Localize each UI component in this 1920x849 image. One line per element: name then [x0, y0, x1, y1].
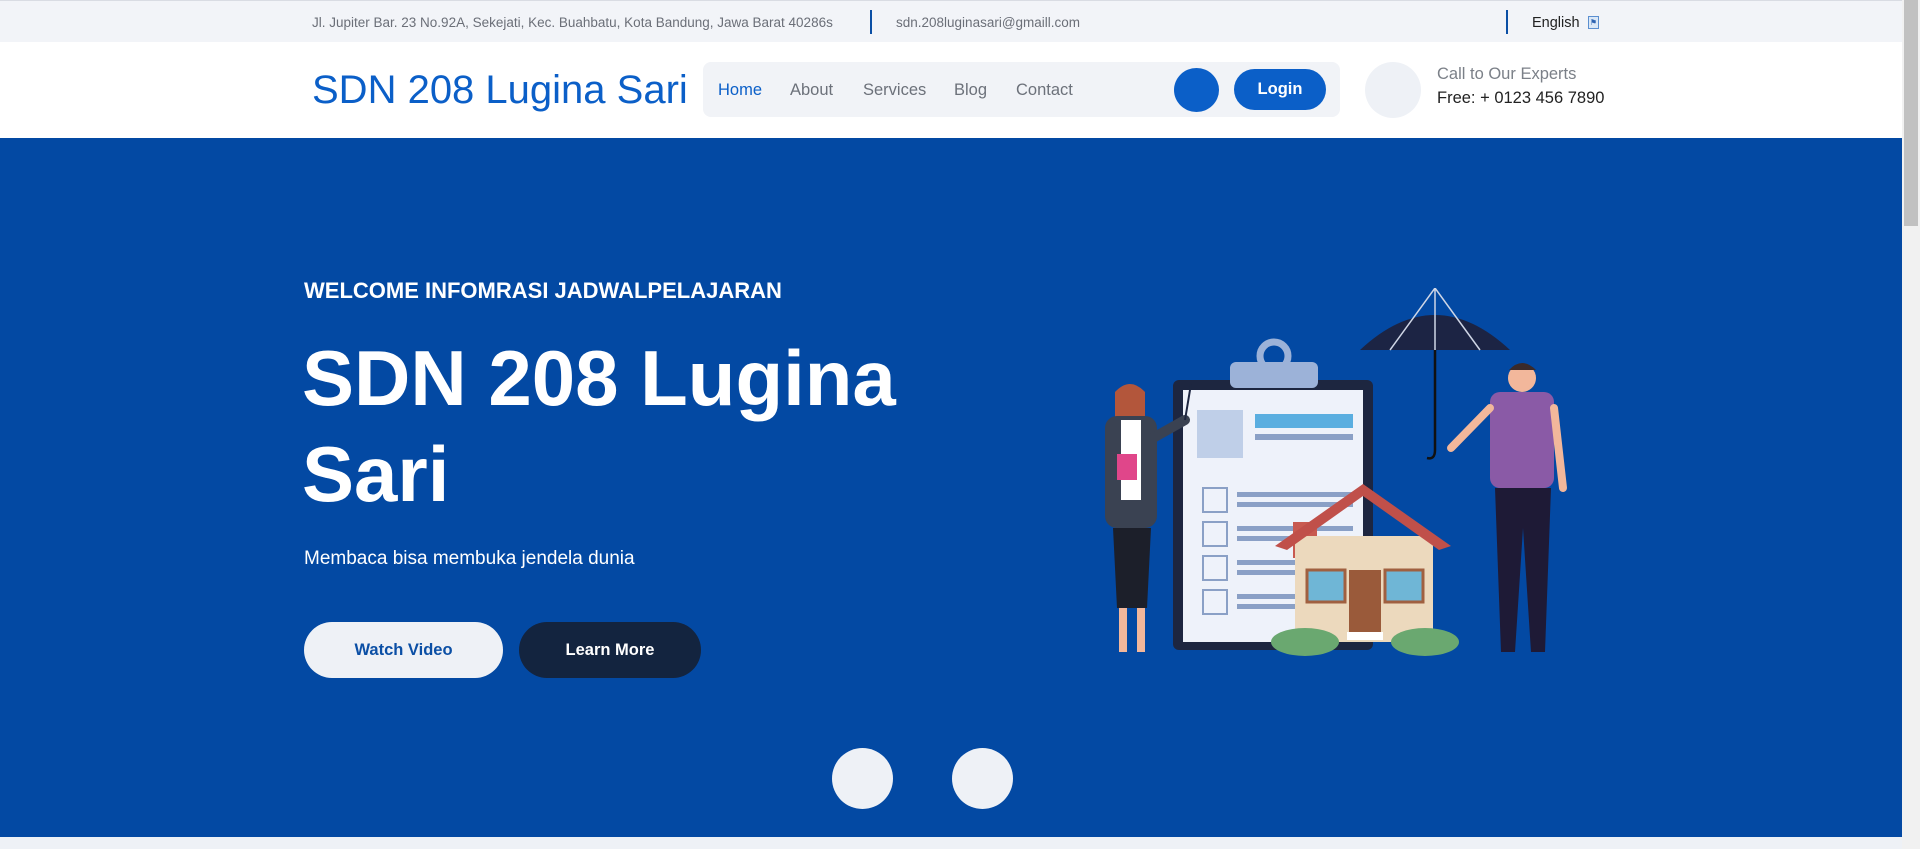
email-link[interactable]: sdn.208luginasari@gmaill.com: [896, 15, 1080, 30]
call-label: Call to Our Experts: [1437, 65, 1577, 83]
man-figure: [1447, 363, 1567, 652]
language-flag-icon[interactable]: ⚑: [1588, 16, 1599, 29]
nav-about[interactable]: About: [790, 81, 833, 100]
call-number[interactable]: Free: + 0123 456 7890: [1437, 89, 1604, 108]
top-info-bar: Jl. Jupiter Bar. 23 No.92A, Sekejati, Ke…: [0, 0, 1902, 42]
hero-subtitle: Membaca bisa membuka jendela dunia: [304, 548, 635, 569]
search-button[interactable]: [1174, 68, 1219, 112]
hero-section: WELCOME INFOMRASI JADWALPELAJARAN SDN 20…: [0, 138, 1902, 837]
hero-eyebrow: WELCOME INFOMRASI JADWALPELAJARAN: [304, 278, 782, 303]
address-text: Jl. Jupiter Bar. 23 No.92A, Sekejati, Ke…: [312, 15, 833, 30]
umbrella-icon: [1360, 288, 1510, 460]
nav-blog[interactable]: Blog: [954, 81, 987, 100]
divider: [870, 10, 872, 34]
main-nav: Home About Services Blog Contact Login: [703, 62, 1340, 117]
site-header: SDN 208 Lugina Sari Home About Services …: [0, 42, 1902, 138]
nav-contact[interactable]: Contact: [1016, 81, 1073, 100]
divider: [1506, 10, 1508, 34]
nav-services[interactable]: Services: [863, 81, 926, 100]
carousel-next-button[interactable]: [952, 748, 1013, 809]
page-scrollbar[interactable]: [1902, 0, 1920, 849]
site-logo[interactable]: SDN 208 Lugina Sari: [312, 68, 688, 113]
nav-home[interactable]: Home: [718, 81, 762, 100]
scrollbar-thumb[interactable]: [1904, 0, 1918, 226]
insurance-illustration: [1105, 288, 1567, 656]
carousel-prev-button[interactable]: [832, 748, 893, 809]
learn-more-button[interactable]: Learn More: [519, 622, 701, 678]
phone-icon: [1365, 62, 1421, 118]
hero-title: SDN 208 Lugina Sari: [302, 334, 896, 518]
login-button[interactable]: Login: [1234, 69, 1326, 110]
watch-video-button[interactable]: Watch Video: [304, 622, 503, 678]
language-selector[interactable]: English: [1532, 15, 1580, 31]
